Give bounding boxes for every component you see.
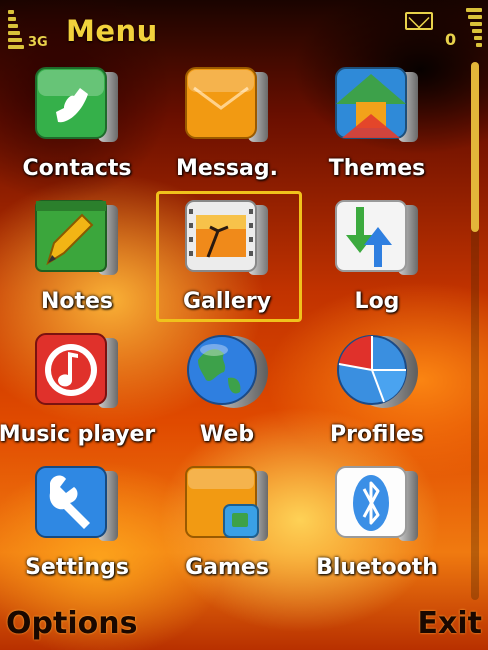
menu-item-messaging[interactable]: Messag.	[152, 60, 302, 193]
notes-pen-icon	[34, 197, 120, 279]
battery-icon	[464, 8, 482, 54]
signal-strength-icon	[8, 10, 26, 56]
menu-item-label: Themes	[328, 156, 426, 181]
menu-item-notes[interactable]: Notes	[2, 193, 152, 326]
network-type-label: 3G	[28, 35, 48, 50]
menu-item-settings[interactable]: Settings	[2, 459, 152, 592]
menu-item-music-player[interactable]: Music player	[0, 326, 155, 459]
menu-item-label: Music player	[0, 422, 156, 447]
menu-item-label: Bluetooth	[316, 555, 438, 580]
menu-item-games[interactable]: Games	[152, 459, 302, 592]
music-note-icon	[34, 330, 120, 412]
bluetooth-icon	[334, 463, 420, 545]
menu-item-label: Games	[185, 555, 269, 580]
message-envelope-icon	[405, 12, 433, 30]
menu-item-label: Contacts	[22, 156, 132, 181]
menu-item-label: Notes	[40, 289, 114, 314]
scrollbar[interactable]	[471, 62, 479, 600]
phone-icon	[34, 64, 120, 146]
menu-item-label: Settings	[25, 555, 129, 580]
phone-menu-screen: 3G Menu 0 Contacts Messag. Themes Notes …	[0, 0, 488, 650]
menu-item-gallery[interactable]: Gallery	[152, 191, 302, 326]
globe-icon	[184, 330, 270, 412]
menu-item-label: Messag.	[176, 156, 278, 181]
log-arrows-icon	[334, 197, 420, 279]
games-folder-icon	[184, 463, 270, 545]
scrollbar-thumb[interactable]	[471, 62, 479, 232]
menu-item-contacts[interactable]: Contacts	[2, 60, 152, 193]
message-count: 0	[445, 30, 457, 49]
profiles-pie-icon	[334, 330, 420, 412]
menu-item-web[interactable]: Web	[152, 326, 302, 459]
menu-item-profiles[interactable]: Profiles	[302, 326, 452, 459]
wrench-icon	[34, 463, 120, 545]
menu-item-bluetooth[interactable]: Bluetooth	[302, 459, 452, 592]
themes-arrow-icon	[334, 64, 420, 146]
menu-item-log[interactable]: Log	[302, 193, 452, 326]
menu-item-label: Log	[354, 289, 400, 314]
options-softkey[interactable]: Options	[6, 606, 137, 641]
menu-item-label: Gallery	[182, 289, 272, 314]
menu-item-label: Profiles	[330, 422, 424, 447]
exit-softkey[interactable]: Exit	[418, 606, 482, 641]
menu-grid: Contacts Messag. Themes Notes Gallery Lo…	[0, 60, 470, 600]
envelope-icon	[184, 64, 270, 146]
gallery-film-icon	[184, 197, 270, 279]
menu-item-label: Web	[199, 422, 255, 447]
page-title: Menu	[66, 14, 158, 48]
menu-item-themes[interactable]: Themes	[302, 60, 452, 193]
